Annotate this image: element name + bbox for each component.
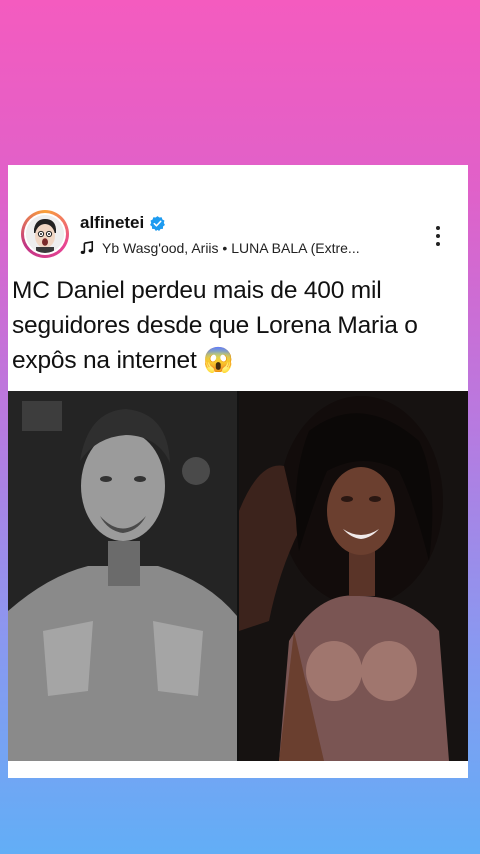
- photo-man: [8, 391, 237, 761]
- post-header: alfinetei Yb Wasg'ood, Ariis • LUNA BALA…: [8, 165, 468, 265]
- avatar[interactable]: [21, 210, 69, 258]
- username-row: alfinetei: [80, 212, 166, 234]
- post-image[interactable]: [8, 391, 468, 761]
- username[interactable]: alfinetei: [80, 213, 144, 233]
- verified-badge-icon: [150, 215, 166, 231]
- more-options-button[interactable]: [428, 221, 448, 251]
- shocked-emoji: 😱: [203, 347, 234, 374]
- card-bottom-margin: [8, 761, 468, 778]
- post-card: alfinetei Yb Wasg'ood, Ariis • LUNA BALA…: [8, 165, 468, 778]
- avatar-image: [26, 215, 64, 253]
- music-row[interactable]: Yb Wasg'ood, Ariis • LUNA BALA (Extre...: [80, 238, 360, 258]
- more-vertical-icon: [436, 226, 440, 230]
- music-track-label: Yb Wasg'ood, Ariis • LUNA BALA (Extre...: [102, 240, 360, 256]
- avatar-ring-inner: [24, 213, 66, 255]
- music-note-icon: [80, 241, 94, 255]
- photo-woman: [239, 391, 468, 761]
- post-headline: MC Daniel perdeu mais de 400 mil seguido…: [12, 273, 468, 378]
